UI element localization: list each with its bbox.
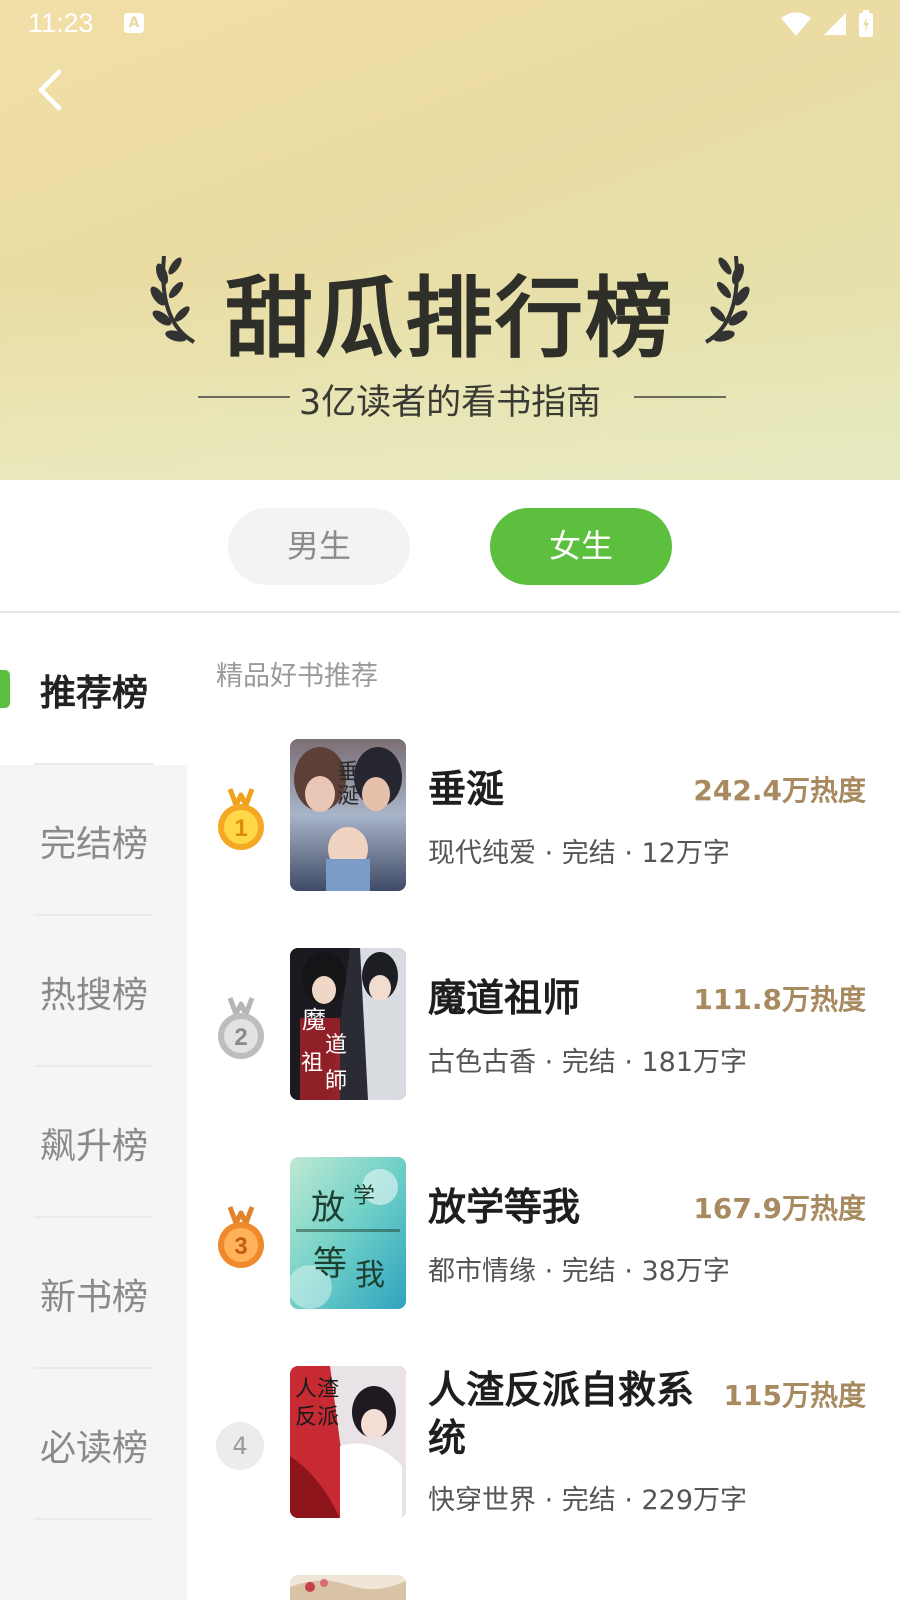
battery-icon [859, 10, 873, 37]
status-icons [780, 10, 874, 38]
ranking-sidebar: 推荐榜 完结榜 热搜榜 飙升榜 新书榜 必读榜 [0, 615, 187, 1600]
book-meta: 现代纯爱 · 完结 · 12万字 [428, 838, 730, 869]
sidebar-item-new-books[interactable]: 新书榜 [0, 1218, 187, 1369]
svg-text:等: 等 [313, 1244, 347, 1284]
sidebar-item-must-read[interactable]: 必读榜 [0, 1369, 187, 1520]
svg-text:涎: 涎 [337, 784, 359, 809]
book-cover[interactable] [290, 1575, 406, 1600]
bronze-medal-icon: 3 [218, 1206, 264, 1268]
wifi-icon [781, 12, 811, 36]
sidebar-item-label: 新书榜 [40, 1276, 149, 1318]
sidebar-item-rising[interactable]: 飙升榜 [0, 1067, 187, 1218]
book-cover: 人 渣 反 派 [290, 1366, 406, 1518]
svg-text:派: 派 [317, 1405, 339, 1430]
svg-text:我: 我 [355, 1258, 385, 1293]
book-cover: 魔 道 祖 師 [290, 948, 406, 1100]
heat-value: 167.9万热度 [693, 1192, 866, 1225]
sidebar-item-label: 飙升榜 [40, 1125, 149, 1167]
sidebar-item-hot-search[interactable]: 热搜榜 [0, 916, 187, 1067]
back-button[interactable] [22, 62, 78, 118]
book-title: 垂涎 [428, 767, 505, 811]
list-item[interactable]: 2 魔 道 祖 師 魔道祖师 111.8万热度 古色古香 · 完结 · 181万… [216, 948, 866, 1100]
section-title: 精品好书推荐 [216, 661, 378, 692]
book-cover: 放 学 等 我 [290, 1157, 406, 1309]
svg-text:放: 放 [311, 1188, 345, 1228]
sidebar-item-label: 推荐榜 [40, 673, 149, 714]
book-cover: 垂 涎 [290, 739, 406, 891]
sidebar-item-recommend[interactable]: 推荐榜 [0, 615, 187, 765]
heat-value: 242.4万热度 [693, 774, 866, 807]
book-title: 魔道祖师 [428, 976, 581, 1020]
tab-male[interactable]: 男生 [228, 508, 410, 585]
book-meta: 古色古香 · 完结 · 181万字 [428, 1047, 748, 1078]
rank-number: 1 [234, 815, 247, 842]
svg-text:道: 道 [325, 1033, 347, 1058]
sidebar-item-label: 必读榜 [40, 1427, 149, 1469]
sidebar-item-label: 完结榜 [40, 823, 149, 865]
status-time: 11:23 [28, 8, 94, 38]
subtitle-divider-right [634, 396, 726, 398]
gender-switch: 男生 女生 [0, 480, 900, 613]
heat-value: 111.8万热度 [693, 983, 866, 1016]
ranking-screen: 11:23 A 甜瓜排行榜 3亿读者的看书指南 男生 女生 推荐榜 完结榜 热搜… [0, 0, 900, 1600]
heat-value: 115万热度 [723, 1379, 866, 1412]
active-indicator [0, 670, 10, 708]
notification-icon: A [124, 13, 144, 33]
rank-number: 4 [216, 1422, 264, 1470]
svg-text:師: 師 [325, 1069, 347, 1094]
list-item[interactable]: 1 垂 涎 垂涎 242.4万热度 现代纯爱 · 完结 · 12万字 [216, 739, 866, 891]
sidebar-item-completed[interactable]: 完结榜 [0, 765, 187, 916]
banner-title: 甜瓜排行榜 [224, 267, 675, 370]
status-bar: 11:23 A [0, 0, 900, 50]
svg-text:人: 人 [295, 1377, 317, 1402]
rank-number: 2 [234, 1024, 247, 1051]
signal-icon [824, 13, 846, 35]
svg-text:渣: 渣 [317, 1377, 339, 1402]
svg-text:学: 学 [353, 1184, 375, 1209]
list-item[interactable]: 3 放 学 等 我 放学等我 167.9万热度 都市情缘 · 完结 · 38万字 [216, 1157, 866, 1309]
svg-text:垂: 垂 [337, 760, 359, 785]
sidebar-item-label: 热搜榜 [40, 974, 149, 1016]
book-meta: 都市情缘 · 完结 · 38万字 [428, 1256, 730, 1287]
tab-female[interactable]: 女生 [490, 508, 672, 585]
banner-subtitle: 3亿读者的看书指南 [298, 383, 602, 423]
silver-medal-icon: 2 [218, 997, 264, 1059]
book-title: 人渣反派自救系统 [428, 1368, 695, 1460]
list-item[interactable]: 4 人 渣 反 派 人渣反派自救系统 115万热度 快穿世界 · 完结 · 22… [216, 1366, 866, 1518]
svg-text:魔: 魔 [302, 1006, 326, 1034]
book-meta: 快穿世界 · 完结 · 229万字 [428, 1485, 748, 1516]
rank-number: 3 [234, 1233, 247, 1260]
chevron-left-icon [38, 69, 62, 111]
svg-text:祖: 祖 [301, 1051, 323, 1076]
gold-medal-icon: 1 [218, 788, 264, 850]
svg-text:反: 反 [295, 1405, 317, 1430]
book-title: 放学等我 [428, 1185, 581, 1229]
